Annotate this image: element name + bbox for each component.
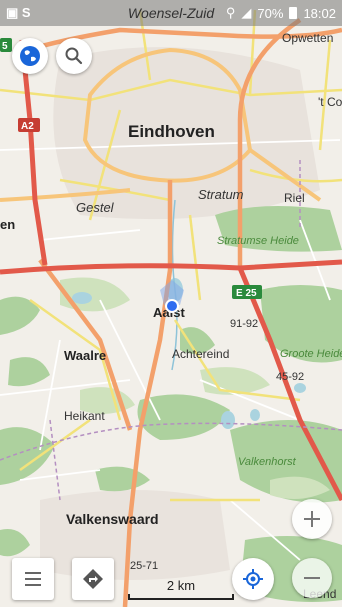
search-button[interactable] [56,38,92,74]
label-km91: 91-92 [230,318,258,330]
status-bar: ▣ S Woensel-Zuid ⚲ ◢ 70% 18:02 [0,0,342,26]
zoom-in-icon [304,511,320,527]
label-valkenswaard: Valkenswaard [66,511,159,527]
label-stratumse-heide: Stratumse Heide [217,235,299,247]
globe-icon [20,46,40,66]
scale-bar: 2 km [122,578,240,600]
shield-a2-label: A2 [21,121,34,132]
battery-icon [289,7,298,19]
label-achtereind: Achtereind [172,347,229,361]
label-tco: 't Co [318,95,342,109]
label-eindhoven: Eindhoven [128,122,215,141]
my-location-button[interactable] [232,558,274,600]
menu-button[interactable] [12,558,54,600]
shield-route5-label: 5 [2,41,8,52]
zoom-in-button[interactable] [292,499,332,539]
label-km25: 25-71 [130,560,158,572]
my-location-icon [243,569,263,589]
scale-label: 2 km [166,578,196,593]
label-waalre: Waalre [64,348,106,363]
label-stratum: Stratum [198,187,244,202]
label-en-fragment: en [0,217,15,232]
battery-percent: 70% [257,5,284,21]
label-heikant: Heikant [64,409,105,423]
scale-line [128,594,234,600]
directions-button[interactable] [72,558,114,600]
label-opwetten: Opwetten [282,31,333,45]
signal-icon: ◢ [241,5,252,20]
status-time: 18:02 [303,5,336,21]
zoom-out-button[interactable] [292,558,332,598]
directions-icon [83,569,103,589]
label-riel: Riel [284,191,305,205]
menu-icon [25,572,41,586]
map-layers-button[interactable] [12,38,48,74]
label-valkenhorst: Valkenhorst [238,456,297,468]
search-icon [65,47,83,65]
zoom-out-icon [304,577,320,579]
label-km45: 45-92 [276,371,304,383]
location-status-icon: ⚲ [225,5,236,20]
label-gestel: Gestel [76,200,115,215]
map-canvas[interactable]: Opwetten 't Co Eindhoven Gestel Stratum … [0,0,342,607]
label-groote-heide: Groote Heide [280,348,342,360]
shield-e25-label: E 25 [236,288,257,299]
